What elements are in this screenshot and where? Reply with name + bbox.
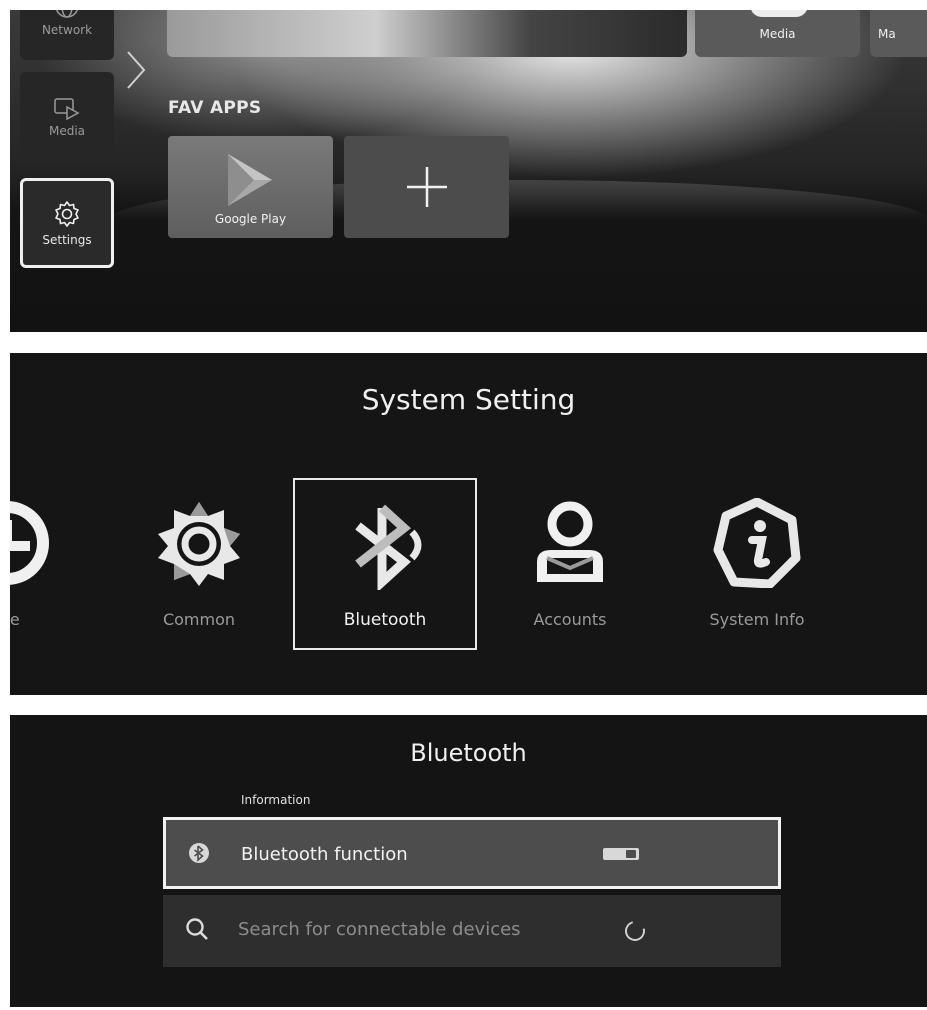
sidebar-item-media[interactable]: Media (20, 72, 114, 162)
system-setting-screen: System Setting me Common Bluetooth (10, 353, 927, 695)
settings-item-label: Accounts (533, 610, 607, 629)
sidebar-item-label: Settings (42, 233, 92, 247)
bluetooth-screen: Bluetooth Information Bluetooth function… (10, 715, 927, 1007)
bluetooth-toggle[interactable] (603, 848, 639, 860)
partial-tile-label: Ma (878, 27, 896, 41)
page-title: System Setting (361, 383, 576, 416)
app-tile-label: Google Play (214, 212, 287, 226)
search-devices-row[interactable]: Search for connectable devices (163, 895, 781, 967)
section-label: Information (241, 793, 311, 807)
settings-item-bluetooth[interactable]: Bluetooth (293, 478, 477, 650)
bluetooth-icon (189, 843, 209, 863)
home-screen: Media Ma Network Media Settings FAV APPS (10, 10, 927, 332)
clock-icon (10, 501, 49, 585)
settings-item-label: System Info (709, 610, 805, 629)
gear-icon (158, 502, 240, 586)
row-label: Bluetooth function (241, 844, 408, 865)
gear-icon (55, 201, 79, 227)
toggle-knob (626, 850, 636, 858)
loading-spinner-icon (621, 917, 649, 945)
sidebar-item-label: Media (48, 124, 86, 138)
settings-item-system-info[interactable]: System Info (665, 478, 849, 650)
media-tile-top[interactable]: Media (695, 10, 860, 57)
media-icon (750, 10, 808, 17)
plus-icon (406, 167, 447, 207)
chevron-right-icon[interactable] (124, 48, 148, 92)
google-play-app-tile[interactable]: Google Play (168, 136, 333, 238)
sidebar-item-network[interactable]: Network (20, 10, 114, 60)
page-title: Bluetooth (410, 739, 527, 767)
settings-item-accounts[interactable]: Accounts (478, 478, 662, 650)
sidebar-item-settings[interactable]: Settings (20, 178, 114, 268)
media-player-icon (54, 98, 80, 120)
row-label: Search for connectable devices (238, 919, 521, 940)
bluetooth-function-row[interactable]: Bluetooth function (163, 817, 781, 889)
settings-item-label: Common (162, 610, 236, 629)
sidebar-item-label: Network (41, 23, 93, 37)
add-app-tile[interactable] (344, 136, 509, 238)
featured-banner[interactable] (167, 10, 687, 57)
google-play-icon (228, 154, 272, 206)
bluetooth-icon (355, 504, 422, 590)
info-icon (713, 498, 801, 588)
search-icon (186, 918, 208, 940)
settings-item-label: me (10, 610, 20, 629)
globe-icon (55, 10, 79, 18)
settings-item-common[interactable]: Common (107, 478, 291, 650)
fav-apps-heading: FAV APPS (168, 98, 262, 118)
user-icon (537, 501, 603, 582)
partial-tile-top[interactable]: Ma (870, 10, 927, 57)
settings-item-time[interactable]: me (10, 478, 99, 650)
settings-item-label: Bluetooth (343, 610, 427, 630)
media-tile-label: Media (759, 27, 796, 41)
